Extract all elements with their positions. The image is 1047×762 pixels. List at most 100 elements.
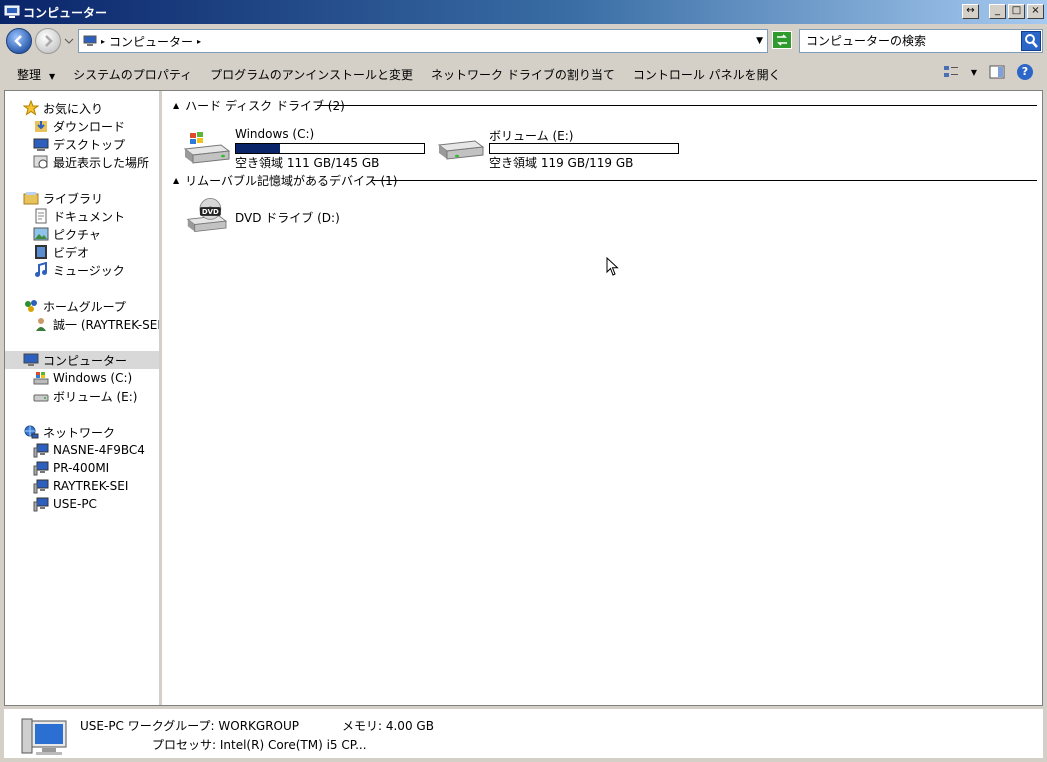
nav-drive-c[interactable]: Windows (C:) — [33, 369, 132, 387]
preview-pane-icon[interactable] — [989, 64, 1005, 80]
minimize-button[interactable]: _ — [989, 4, 1006, 19]
drive-e-tile[interactable]: ボリューム (E:) 空き領域 119 GB/119 GB — [435, 127, 685, 171]
group-header-removable[interactable]: ▲ リムーバブル記憶域があるデバイス (1) — [173, 172, 1037, 188]
svg-text:DVD: DVD — [202, 208, 219, 216]
drive-e-name: ボリューム (E:) — [489, 129, 574, 143]
change-view-icon[interactable] — [943, 64, 959, 80]
video-icon — [35, 245, 47, 259]
nav-videos-label: ビデオ — [53, 245, 90, 260]
network-globe-icon — [24, 425, 39, 439]
group-header-hard-disks[interactable]: ▲ ハード ディスク ドライブ (2) — [173, 97, 1037, 113]
nav-network-pc-1[interactable]: NASNE-4F9BC4 — [33, 441, 145, 459]
picture-icon — [33, 227, 49, 241]
uninstall-program-button[interactable]: プログラムのアンインストールと変更 — [210, 66, 413, 83]
recent-places-icon — [33, 155, 48, 169]
processor-info: プロセッサ: Intel(R) Core(TM) i5 CP... — [152, 738, 367, 752]
network-computer-icon — [33, 479, 49, 494]
computer-icon — [21, 718, 67, 755]
drive-d-tile[interactable]: DVD DVD ドライブ (D:) — [181, 195, 381, 241]
restore-alt-button[interactable]: ↔ — [962, 4, 979, 19]
nav-pictures-label: ピクチャ — [53, 227, 101, 242]
map-network-drive-button[interactable]: ネットワーク ドライブの割り当て — [431, 66, 615, 83]
nav-videos[interactable]: ビデオ — [33, 243, 89, 261]
nav-desktop-label: デスクトップ — [53, 137, 126, 152]
nav-documents[interactable]: ドキュメント — [33, 207, 125, 225]
refresh-button[interactable] — [772, 31, 792, 49]
nav-recent-places-label: 最近表示した場所 — [53, 155, 150, 170]
windows-drive-icon — [33, 372, 49, 385]
maximize-button[interactable]: □ — [1008, 4, 1025, 19]
nav-network-pc-2[interactable]: PR-400MI — [33, 459, 109, 477]
drive-e-usage-bar — [489, 143, 679, 154]
nav-favorites-label: お気に入り — [43, 101, 104, 116]
system-properties-button[interactable]: システムのプロパティ — [73, 66, 192, 83]
explorer-frame: お気に入り ダウンロード デスクトップ 最近表示した場所 ライブラリ ドキュメン… — [4, 90, 1043, 706]
view-options-chevron-icon[interactable]: ▼ — [971, 68, 977, 77]
computer-icon — [4, 5, 20, 18]
nav-homegroup-user-label: 誠一 (RAYTREK-SEI — [53, 317, 161, 332]
breadcrumb-dropdown-icon[interactable]: ▸ — [197, 37, 201, 46]
nav-libraries[interactable]: ライブラリ — [23, 189, 103, 207]
organize-button[interactable]: 整理 ▼ — [17, 66, 55, 83]
nav-network-pc-2-label: PR-400MI — [53, 461, 110, 475]
nav-recent-places[interactable]: 最近表示した場所 — [33, 153, 149, 171]
search-input[interactable] — [806, 34, 1016, 48]
group-divider — [317, 105, 1037, 106]
nav-network[interactable]: ネットワーク — [23, 423, 115, 441]
title-bar[interactable]: コンピューター ↔ _ □ × — [0, 0, 1047, 24]
nav-computer-label: コンピューター — [43, 353, 128, 368]
nav-music[interactable]: ミュージック — [33, 261, 125, 279]
back-button[interactable] — [6, 28, 32, 54]
breadcrumb-computer[interactable]: コンピューター — [109, 33, 193, 50]
nav-network-pc-4[interactable]: USE-PC — [33, 495, 97, 513]
nav-drive-e[interactable]: ボリューム (E:) — [33, 387, 137, 405]
nav-network-pc-4-label: USE-PC — [53, 497, 97, 511]
nav-downloads-label: ダウンロード — [53, 119, 126, 134]
nav-network-pc-3[interactable]: RAYTREK-SEI — [33, 477, 128, 495]
computer-icon — [83, 35, 97, 46]
nav-network-label: ネットワーク — [43, 425, 116, 440]
nav-downloads[interactable]: ダウンロード — [33, 117, 125, 135]
network-computer-icon — [33, 443, 49, 458]
drive-c-name: Windows (C:) — [235, 127, 315, 141]
computer-icon — [23, 353, 39, 366]
download-folder-icon — [35, 121, 47, 132]
drive-e-free-space: 空き領域 119 GB/119 GB — [489, 156, 634, 170]
nav-network-pc-3-label: RAYTREK-SEI — [53, 479, 129, 493]
computer-workgroup: USE-PC ワークグループ: WORKGROUP — [80, 719, 300, 733]
open-control-panel-button[interactable]: コントロール パネルを開く — [633, 66, 781, 83]
collapse-triangle-icon[interactable]: ▲ — [173, 176, 179, 185]
content-pane[interactable]: ▲ ハード ディスク ドライブ (2) Windows (C:) 空き領域 11… — [165, 91, 1042, 705]
collapse-triangle-icon[interactable]: ▲ — [173, 101, 179, 110]
recent-pages-chevron-icon[interactable] — [64, 36, 74, 46]
nav-drive-c-label: Windows (C:) — [53, 371, 133, 385]
refresh-icon — [777, 34, 787, 46]
search-icon — [1025, 34, 1038, 48]
search-button[interactable] — [1021, 31, 1041, 51]
drive-c-usage-fill — [236, 144, 280, 153]
nav-computer[interactable]: コンピューター — [5, 351, 159, 369]
nav-homegroup-user[interactable]: 誠一 (RAYTREK-SEI — [33, 315, 161, 333]
drive-c-tile[interactable]: Windows (C:) 空き領域 111 GB/145 GB — [181, 127, 431, 171]
search-box[interactable] — [799, 29, 1043, 53]
mouse-cursor-icon — [606, 257, 619, 276]
user-icon — [36, 318, 46, 331]
address-dropdown-icon[interactable]: ▼ — [756, 36, 763, 46]
nav-desktop[interactable]: デスクトップ — [33, 135, 125, 153]
breadcrumb-chevron-icon[interactable]: ▸ — [101, 37, 105, 46]
forward-button[interactable] — [35, 28, 61, 54]
nav-pictures[interactable]: ピクチャ — [33, 225, 101, 243]
nav-documents-label: ドキュメント — [53, 209, 126, 224]
star-icon — [23, 100, 39, 116]
network-computer-icon — [33, 461, 49, 476]
nav-network-pc-1-label: NASNE-4F9BC4 — [53, 443, 145, 457]
nav-music-label: ミュージック — [53, 263, 125, 278]
help-icon[interactable]: ? — [1017, 64, 1033, 80]
address-bar[interactable]: ▸ コンピューター ▸ ▼ — [78, 29, 768, 53]
drive-c-usage-bar — [235, 143, 425, 154]
navigation-pane[interactable]: お気に入り ダウンロード デスクトップ 最近表示した場所 ライブラリ ドキュメン… — [5, 91, 162, 705]
nav-homegroup[interactable]: ホームグループ — [23, 297, 126, 315]
nav-homegroup-label: ホームグループ — [43, 299, 126, 314]
nav-favorites[interactable]: お気に入り — [23, 99, 103, 117]
close-button[interactable]: × — [1027, 4, 1044, 19]
